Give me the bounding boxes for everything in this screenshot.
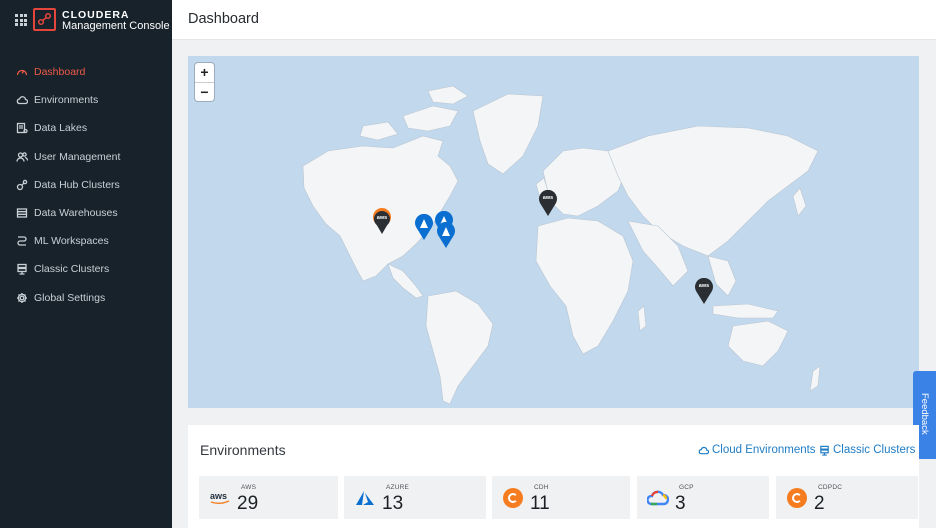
cdpdc-icon <box>786 488 808 508</box>
env-card-label: CDPDC <box>818 484 843 491</box>
cdh-icon <box>502 488 524 508</box>
gcp-icon <box>647 488 669 508</box>
sidebar-item-label: Classic Clusters <box>34 263 110 276</box>
env-card-label: GCP <box>679 484 694 491</box>
azure-marker-icon <box>437 222 455 248</box>
aws-icon: aws <box>209 488 231 508</box>
sidebar-item-data-warehouses[interactable]: Data Warehouses <box>0 199 172 227</box>
sidebar-item-dashboard[interactable]: Dashboard <box>0 58 172 86</box>
env-card-label: AWS <box>241 484 257 491</box>
azure-icon <box>354 488 376 508</box>
azure-marker-icon <box>415 214 433 240</box>
map-marker-aws[interactable]: aws <box>694 278 714 304</box>
data-lake-icon <box>16 123 28 134</box>
sidebar-item-data-hub-clusters[interactable]: Data Hub Clusters <box>0 171 172 199</box>
map-marker-azure[interactable] <box>436 222 456 248</box>
sidebar-item-label: Global Settings <box>34 291 106 304</box>
sidebar-item-data-lakes[interactable]: Data Lakes <box>0 114 172 142</box>
sidebar-nav: Dashboard Environments Data Lakes User M… <box>0 58 172 312</box>
cloud-icon <box>16 96 28 105</box>
sidebar-item-environments[interactable]: Environments <box>0 86 172 114</box>
world-map-land <box>302 85 821 405</box>
env-card-count: 3 <box>675 493 686 514</box>
env-card-count: 29 <box>237 493 259 514</box>
sidebar-item-label: ML Workspaces <box>34 235 109 248</box>
page-title: Dashboard <box>188 11 259 27</box>
env-card-count: 11 <box>530 493 550 514</box>
ml-icon <box>17 236 27 246</box>
classic-cluster-icon <box>820 445 829 456</box>
brand-header: CLOUDERA Management Console <box>0 0 172 40</box>
zoom-out-button[interactable]: − <box>195 82 214 101</box>
brand-product: Management Console <box>62 20 170 32</box>
svg-text:aws: aws <box>210 491 227 501</box>
env-card-label: CDH <box>534 484 549 491</box>
map-marker-aws[interactable]: aws <box>538 190 558 216</box>
marker-label: aws <box>698 283 710 289</box>
env-card-gcp[interactable]: GCP 3 <box>637 476 769 519</box>
gear-icon <box>17 292 27 303</box>
cloud-environments-link-label: Cloud Environments <box>712 444 816 456</box>
world-map[interactable]: + − aws aws aws <box>188 56 919 408</box>
env-card-azure[interactable]: AZURE 13 <box>344 476 486 519</box>
aws-marker-icon <box>695 278 713 304</box>
env-card-cdpdc[interactable]: CDPDC 2 <box>776 476 918 519</box>
sidebar-item-label: Data Lakes <box>34 122 88 135</box>
env-card-aws[interactable]: aws AWS 29 <box>199 476 338 519</box>
environments-title: Environments <box>200 442 286 458</box>
data-hub-icon <box>16 179 28 190</box>
sidebar-item-label: Data Hub Clusters <box>34 178 120 191</box>
aws-marker-icon <box>539 190 557 216</box>
env-card-label: AZURE <box>386 484 410 491</box>
classic-cluster-icon <box>17 264 27 276</box>
sidebar-item-global-settings[interactable]: Global Settings <box>0 284 172 312</box>
marker-label: aws <box>542 195 554 201</box>
env-card-cdh[interactable]: CDH 11 <box>492 476 630 519</box>
sidebar-item-classic-clusters[interactable]: Classic Clusters <box>0 255 172 283</box>
map-marker-aws[interactable]: aws <box>372 208 392 234</box>
cloud-environments-link[interactable]: Cloud Environments <box>698 444 816 456</box>
sidebar: CLOUDERA Management Console Dashboard En… <box>0 0 172 528</box>
map-zoom-control: + − <box>195 63 214 101</box>
warehouse-icon <box>16 208 28 218</box>
feedback-label: Feedback <box>919 393 930 435</box>
env-card-count: 2 <box>814 493 825 514</box>
aws-marker-icon <box>373 208 391 234</box>
sidebar-item-label: Data Warehouses <box>34 207 118 220</box>
classic-clusters-link-label: Classic Clusters <box>833 444 916 456</box>
sidebar-item-label: Dashboard <box>34 66 86 79</box>
map-marker-azure[interactable] <box>414 214 434 240</box>
marker-label: aws <box>376 215 388 221</box>
environments-panel: Environments Cloud Environments Classic … <box>188 425 919 528</box>
users-icon <box>16 151 28 162</box>
env-card-count: 13 <box>382 493 404 514</box>
app-grid-icon[interactable] <box>15 14 27 26</box>
classic-clusters-link[interactable]: Classic Clusters <box>819 444 915 456</box>
sidebar-item-user-management[interactable]: User Management <box>0 143 172 171</box>
cloudera-logo-icon <box>33 8 56 31</box>
page-header: Dashboard <box>172 0 936 40</box>
sidebar-item-label: User Management <box>34 150 121 163</box>
cloud-icon <box>698 446 709 454</box>
sidebar-item-label: Environments <box>34 94 99 107</box>
dashboard-icon <box>16 69 28 76</box>
sidebar-item-ml-workspaces[interactable]: ML Workspaces <box>0 227 172 255</box>
zoom-in-button[interactable]: + <box>195 63 214 82</box>
